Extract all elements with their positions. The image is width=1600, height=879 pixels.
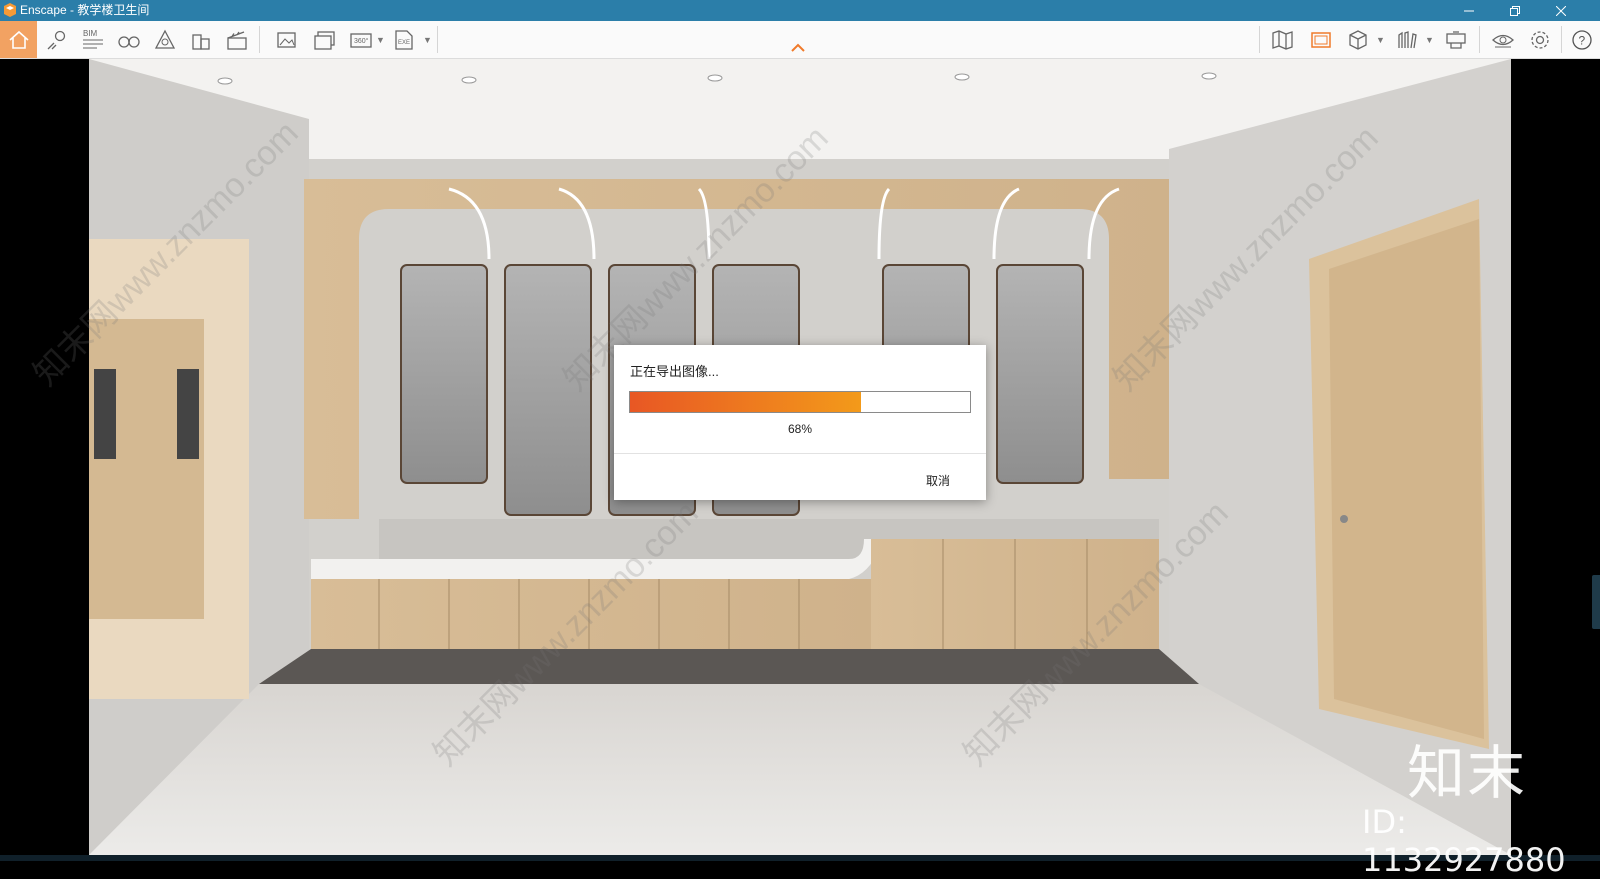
collaboration-button[interactable] xyxy=(1437,21,1474,58)
batch-image-icon xyxy=(313,30,335,50)
toolbar-separator xyxy=(1259,26,1260,53)
title-bar: Enscape - 教学楼卫生间 xyxy=(0,0,1600,21)
binoculars-icon xyxy=(117,35,140,48)
view-cube-button[interactable] xyxy=(1339,21,1376,58)
progress-percent: 68% xyxy=(787,422,813,436)
video-editor-button[interactable] xyxy=(218,21,255,58)
exe-label: EXE xyxy=(398,40,410,46)
cancel-button[interactable]: 取消 xyxy=(926,472,950,489)
cube-icon xyxy=(1348,29,1367,50)
image-export-icon xyxy=(276,31,296,48)
help-button[interactable]: ? xyxy=(1563,21,1600,58)
dialog-title: 正在导出图像... xyxy=(630,364,719,379)
asset-id-watermark: ID: 1132927880 xyxy=(1362,803,1566,879)
binoculars-button[interactable] xyxy=(110,21,147,58)
asset-library-button[interactable] xyxy=(182,21,219,58)
svg-text:?: ? xyxy=(1578,33,1585,47)
batch-render-button[interactable] xyxy=(306,21,343,58)
settings-button[interactable] xyxy=(1521,21,1558,58)
bim-label: BIM xyxy=(83,29,98,38)
exe-export-icon: EXE xyxy=(394,29,413,50)
window-title: Enscape - 教学楼卫生间 xyxy=(20,3,150,17)
minimize-icon xyxy=(1464,10,1474,11)
toolbar-separator xyxy=(1479,26,1480,53)
panorama-label: 360° xyxy=(354,37,369,45)
restore-icon xyxy=(1510,5,1520,16)
toolbar-separator xyxy=(437,26,438,53)
home-button[interactable] xyxy=(0,21,37,58)
panorama-button[interactable]: 360° xyxy=(343,21,380,58)
export-progress-bar xyxy=(629,391,971,413)
visual-settings-button[interactable] xyxy=(1484,21,1521,58)
chevron-down-icon[interactable]: ▼ xyxy=(423,35,432,45)
safe-frame-icon xyxy=(1310,31,1331,48)
toolbar-separator xyxy=(1561,26,1562,53)
progress-fill xyxy=(630,392,862,412)
buildings-icon xyxy=(191,33,210,50)
close-icon xyxy=(1556,5,1566,16)
export-progress-dialog: 正在导出图像... 68% 取消 xyxy=(614,345,986,500)
brand-watermark: 知末 xyxy=(1407,739,1528,807)
collapse-toolbar-icon[interactable] xyxy=(790,43,806,53)
clapperboard-icon xyxy=(226,30,247,50)
export-exe-button[interactable]: EXE xyxy=(386,21,423,58)
bim-button[interactable]: BIM xyxy=(74,21,111,58)
toolbar-separator xyxy=(259,26,260,53)
library-icon xyxy=(1397,30,1417,48)
screenshot-button[interactable] xyxy=(268,21,305,58)
atmosphere-button[interactable] xyxy=(146,21,183,58)
chevron-down-icon[interactable]: ▼ xyxy=(376,35,385,45)
minimize-button[interactable] xyxy=(1446,0,1492,21)
pyramid-icon xyxy=(154,29,175,49)
side-panel-handle[interactable] xyxy=(1592,575,1600,629)
eye-icon xyxy=(1491,34,1514,47)
map-icon xyxy=(1271,29,1293,50)
views-button[interactable] xyxy=(38,21,75,58)
dialog-divider xyxy=(614,453,986,454)
restore-button[interactable] xyxy=(1492,0,1538,21)
map-pin-icon xyxy=(47,30,65,49)
home-icon xyxy=(8,30,29,49)
chevron-down-icon[interactable]: ▼ xyxy=(1376,35,1385,45)
safe-frame-button[interactable] xyxy=(1302,21,1339,58)
bottom-strip xyxy=(0,855,1600,861)
gear-icon xyxy=(1530,30,1549,49)
collaboration-icon xyxy=(1445,30,1466,49)
map-button[interactable] xyxy=(1264,21,1301,58)
enscape-logo-icon xyxy=(4,3,16,17)
books-button[interactable] xyxy=(1388,21,1425,58)
close-button[interactable] xyxy=(1538,0,1584,21)
chevron-down-icon[interactable]: ▼ xyxy=(1425,35,1434,45)
bim-icon: BIM xyxy=(82,29,103,48)
panorama-icon: 360° xyxy=(349,32,372,48)
toolbar: BIM 360° ▼ EXE ▼ ▼ ▼ ? xyxy=(0,21,1600,59)
help-icon: ? xyxy=(1571,29,1592,50)
